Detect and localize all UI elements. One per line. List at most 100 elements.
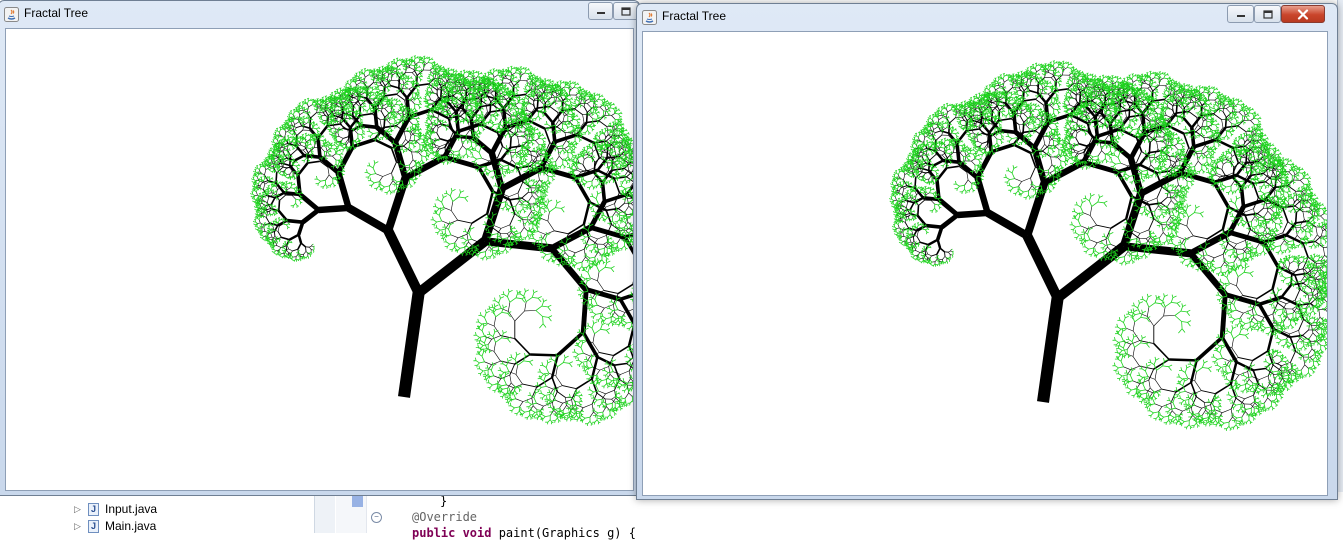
tree-branch	[256, 222, 258, 223]
expand-arrow-icon[interactable]: ▷	[74, 521, 88, 532]
fold-collapse-icon[interactable]: −	[371, 512, 382, 523]
tree-branch	[256, 192, 257, 195]
tree-branch	[276, 186, 277, 189]
tree-branch	[308, 120, 309, 123]
tree-branch	[323, 141, 325, 143]
tree-branch	[479, 120, 482, 121]
tree-branch	[584, 157, 588, 159]
tree-branch	[440, 147, 445, 149]
tree-branch	[290, 141, 292, 142]
tree-branch	[625, 163, 627, 164]
tree-branch	[535, 138, 539, 140]
tree-branch	[430, 133, 431, 136]
tree-branch	[548, 212, 550, 221]
tree-branch	[354, 92, 355, 95]
tree-item-input-java[interactable]: ▷ J Input.java	[74, 501, 157, 517]
tree-branch	[422, 150, 425, 151]
tree-branch	[416, 70, 419, 71]
tree-branch	[509, 83, 513, 87]
tree-branch	[328, 146, 330, 148]
tree-branch	[266, 206, 267, 209]
tree-branch	[290, 171, 292, 174]
tree-branch	[361, 93, 365, 95]
tree-branch	[589, 261, 592, 262]
tree-branch	[618, 316, 621, 317]
tree-branch	[299, 259, 300, 260]
code-text: paint(Graphics g) {	[491, 526, 636, 540]
tree-branch	[295, 122, 299, 124]
ide-splitter[interactable]	[315, 492, 335, 533]
tree-branch	[353, 98, 357, 100]
tree-branch	[567, 258, 572, 259]
tree-branch	[292, 146, 294, 148]
tree-branch	[415, 104, 418, 105]
tree-branch	[458, 86, 461, 87]
tree-branch	[484, 343, 487, 349]
tree-branch	[451, 201, 453, 210]
tree-branch	[588, 272, 591, 278]
tree-branch	[460, 247, 465, 248]
tree-branch	[556, 400, 563, 403]
tree-branch	[483, 345, 488, 346]
tree-branch	[291, 161, 293, 163]
tree-branch	[568, 116, 571, 117]
tree-branch	[556, 367, 558, 376]
tree-branch	[493, 71, 494, 74]
tree-branch	[619, 203, 625, 208]
fractal-tree-window-1[interactable]: Fractal Tree	[0, 0, 640, 496]
tree-branch	[600, 140, 605, 141]
tree-branch	[272, 206, 274, 207]
tree-item-main-java[interactable]: ▷ J Main.java	[74, 518, 156, 534]
drawing-canvas[interactable]	[5, 28, 634, 491]
tree-branch	[625, 393, 629, 398]
tree-branch	[388, 231, 418, 293]
tree-branch	[449, 229, 452, 235]
code-line-paint[interactable]: public void paint(Graphics g) {	[412, 526, 636, 540]
tree-branch	[319, 208, 349, 210]
tree-branch	[558, 146, 563, 147]
tree-branch	[598, 99, 601, 100]
tree-branch	[372, 90, 373, 93]
tree-branch	[515, 407, 520, 408]
tree-branch	[309, 247, 311, 249]
tree-branch	[287, 255, 289, 256]
tree-branch	[279, 170, 281, 171]
tree-branch	[316, 129, 318, 131]
tree-branch	[516, 233, 521, 234]
tree-branch	[311, 123, 313, 125]
tree-branch	[509, 193, 518, 197]
tree-branch	[302, 140, 303, 143]
tree-branch	[256, 189, 257, 192]
tree-branch	[338, 163, 339, 166]
title-bar[interactable]: Fractal Tree	[0, 1, 639, 28]
minimize-button[interactable]	[588, 2, 613, 20]
tree-branch	[326, 145, 327, 148]
tree-branch	[270, 179, 272, 180]
tree-branch	[253, 194, 255, 195]
code-line-override[interactable]: @Override	[412, 510, 477, 524]
tree-branch	[297, 126, 302, 128]
tree-branch	[599, 391, 606, 394]
tree-branch	[525, 70, 526, 73]
tree-branch	[380, 105, 382, 107]
tree-branch	[327, 144, 329, 145]
code-line-closing-brace[interactable]: }	[440, 494, 447, 508]
tree-branch	[529, 196, 533, 201]
tree-branch	[280, 145, 282, 146]
java-app-icon[interactable]	[4, 7, 19, 22]
tree-branch	[313, 250, 314, 251]
tree-branch	[259, 220, 260, 223]
tree-branch	[455, 85, 456, 88]
tree-branch	[259, 217, 260, 220]
tree-branch	[620, 398, 625, 399]
tree-branch	[289, 130, 291, 131]
tree-branch	[592, 146, 593, 149]
tree-branch	[326, 184, 328, 186]
tree-branch	[519, 402, 523, 407]
tree-branch	[285, 173, 287, 174]
tree-branch	[358, 134, 361, 135]
expand-arrow-icon[interactable]: ▷	[74, 504, 88, 515]
tree-branch	[440, 71, 443, 72]
tree-branch	[343, 103, 345, 105]
tree-branch	[541, 218, 548, 221]
